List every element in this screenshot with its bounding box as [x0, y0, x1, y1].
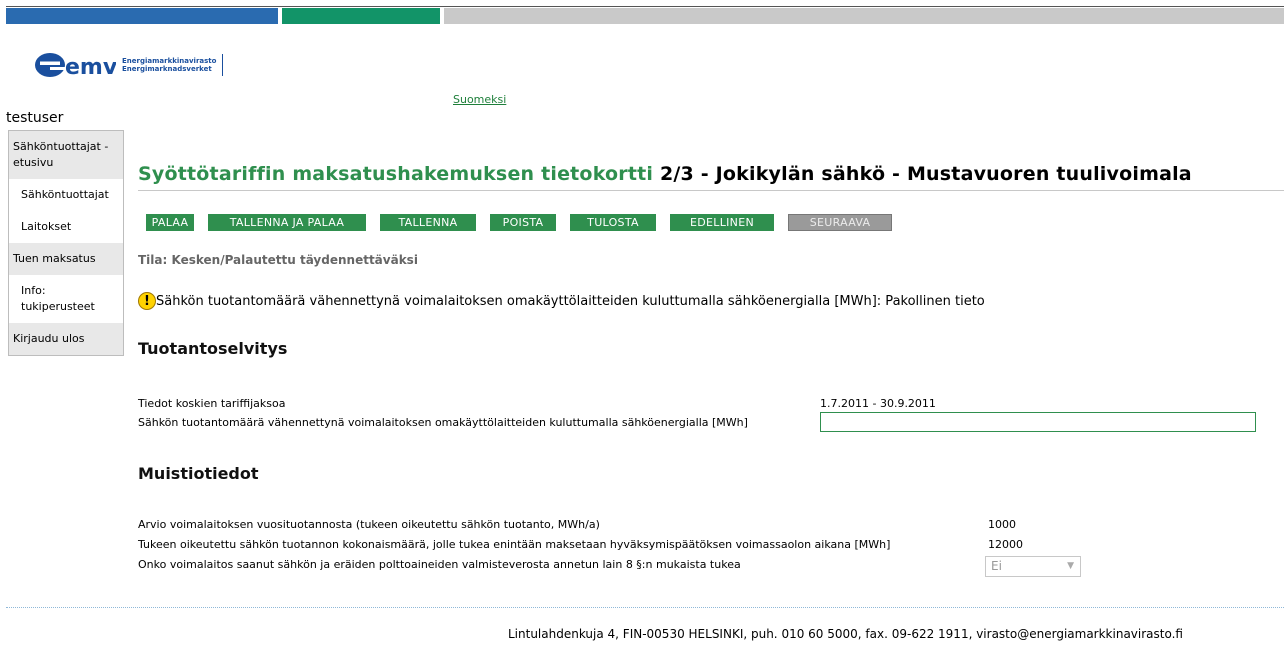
- warning-text: Sähkön tuotantomäärä vähennettynä voimal…: [156, 293, 985, 309]
- sidebar-item-plants[interactable]: Laitokset: [9, 211, 123, 243]
- top-bar-green: [282, 8, 440, 24]
- svg-text:emv: emv: [65, 55, 116, 78]
- sidebar-item-logout[interactable]: Kirjaudu ulos: [9, 323, 123, 355]
- period-label: Tiedot koskien tariffijaksoa: [138, 397, 286, 410]
- action-toolbar: PALAA TALLENNA JA PALAA TALLENNA POISTA …: [146, 214, 906, 231]
- next-button[interactable]: SEURAAVA: [788, 214, 892, 231]
- top-color-bar: [6, 8, 1284, 24]
- sidebar-item-payments[interactable]: Tuen maksatus: [9, 243, 123, 275]
- tax-support-select-value: Ei: [991, 559, 1002, 573]
- title-divider: [138, 190, 1284, 191]
- footer-address: Lintulahdenkuja 4, FIN-00530 HELSINKI, p…: [508, 627, 1183, 641]
- sidebar-item-producers-home[interactable]: Sähköntuottajat - etusivu: [9, 131, 123, 179]
- back-button[interactable]: PALAA: [146, 214, 194, 231]
- chevron-down-icon: ▼: [1067, 561, 1074, 571]
- previous-button[interactable]: EDELLINEN: [670, 214, 774, 231]
- amount-label: Sähkön tuotantomäärä vähennettynä voimal…: [138, 416, 748, 429]
- page-title-main: Syöttötariffin maksatushakemuksen tietok…: [138, 163, 654, 185]
- amount-input[interactable]: [820, 412, 1256, 432]
- validation-warning: ! Sähkön tuotantomäärä vähennettynä voim…: [138, 292, 985, 310]
- memo-row-value: 12000: [988, 538, 1023, 551]
- memo-heading: Muistiotiedot: [138, 464, 259, 483]
- status-text: Tila: Kesken/Palautettu täydennettäväksi: [138, 253, 418, 267]
- period-value: 1.7.2011 - 30.9.2011: [820, 397, 936, 410]
- username: testuser: [6, 110, 64, 126]
- sidebar: Sähköntuottajat - etusivu Sähköntuottaja…: [8, 130, 124, 356]
- top-bar-gray: [444, 8, 1284, 24]
- memo-row-label: Tukeen oikeutettu sähkön tuotannon kokon…: [138, 538, 891, 551]
- page-title-detail: 2/3 - Jokikylän sähkö - Mustavuoren tuul…: [653, 163, 1192, 185]
- save-button[interactable]: TALLENNA: [380, 214, 476, 231]
- logo-divider: [222, 54, 224, 76]
- top-bar-blue: [6, 8, 278, 24]
- tax-support-select[interactable]: Ei ▼: [985, 556, 1081, 577]
- language-link[interactable]: Suomeksi: [453, 93, 506, 106]
- print-button[interactable]: TULOSTA: [570, 214, 656, 231]
- save-and-back-button[interactable]: TALLENNA JA PALAA: [208, 214, 366, 231]
- delete-button[interactable]: POISTA: [490, 214, 556, 231]
- logo: emv Energiamarkkinavirasto Energimarknad…: [34, 52, 224, 78]
- memo-row-value: 1000: [988, 518, 1016, 531]
- logo-text: Energiamarkkinavirasto Energimarknadsver…: [122, 57, 216, 73]
- sidebar-item-producers[interactable]: Sähköntuottajat: [9, 179, 123, 211]
- memo-row-label: Arvio voimalaitoksen vuosituotannosta (t…: [138, 518, 600, 531]
- top-rule: [6, 6, 1284, 7]
- footer-divider: [6, 607, 1284, 608]
- brand-name-sv: Energimarknadsverket: [122, 65, 212, 73]
- brand-name-fi: Energiamarkkinavirasto: [122, 57, 217, 65]
- sidebar-item-info[interactable]: Info: tukiperusteet: [9, 275, 123, 323]
- production-heading: Tuotantoselvitys: [138, 339, 288, 358]
- page-title: Syöttötariffin maksatushakemuksen tietok…: [138, 163, 1192, 185]
- warning-icon: !: [138, 292, 156, 310]
- emv-logo-icon: emv: [35, 53, 116, 78]
- memo-row-label: Onko voimalaitos saanut sähkön ja eräide…: [138, 558, 741, 571]
